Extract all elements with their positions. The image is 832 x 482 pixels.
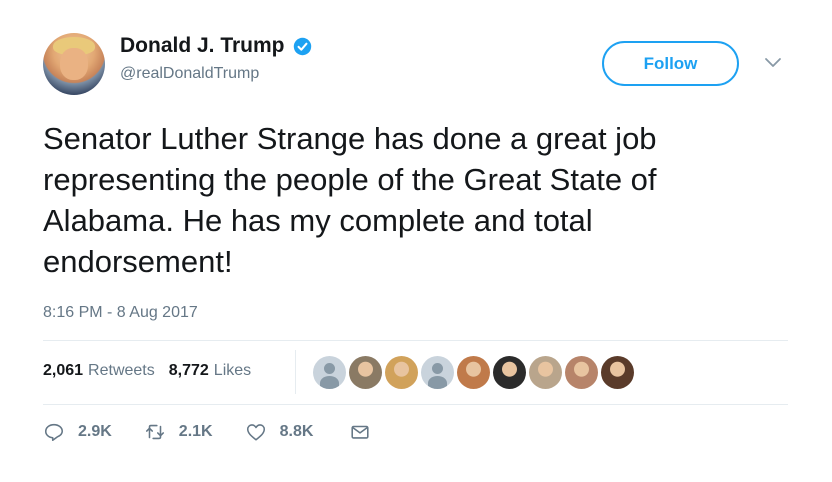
engagement-stats: 2,061 Retweets 8,772 Likes: [43, 362, 251, 380]
chevron-down-icon[interactable]: [764, 57, 782, 69]
liker-avatar[interactable]: [601, 356, 634, 389]
retweets-label[interactable]: Retweets: [88, 362, 155, 380]
direct-message-action[interactable]: [349, 421, 371, 443]
like-count: 8.8K: [279, 423, 314, 440]
liker-avatar[interactable]: [529, 356, 562, 389]
retweets-count[interactable]: 2,061: [43, 362, 83, 380]
envelope-icon: [351, 425, 369, 439]
verified-badge-icon: [293, 37, 311, 55]
reply-action[interactable]: 2.9K: [43, 421, 112, 443]
divider-bottom: [43, 404, 788, 405]
tweet-timestamp[interactable]: 8:16 PM - 8 Aug 2017: [43, 304, 198, 322]
likes-label[interactable]: Likes: [214, 362, 251, 380]
liker-avatar[interactable]: [313, 356, 346, 389]
reply-icon: [44, 423, 64, 442]
follow-button[interactable]: Follow: [602, 41, 739, 86]
tweet-text: Senator Luther Strange has done a great …: [43, 121, 657, 279]
like-action[interactable]: 8.8K: [245, 421, 314, 443]
liker-avatar[interactable]: [457, 356, 490, 389]
tweet-actions: 2.9K 2.1K 8.8K: [43, 421, 371, 443]
liker-avatar[interactable]: [349, 356, 382, 389]
liker-avatars: [313, 356, 634, 389]
reply-count: 2.9K: [78, 423, 112, 440]
retweet-action[interactable]: 2.1K: [144, 421, 213, 443]
stats-divider: [295, 350, 296, 394]
author-name-row[interactable]: Donald J. Trump: [120, 34, 312, 58]
heart-icon: [246, 424, 265, 441]
author-avatar[interactable]: [43, 33, 105, 95]
author-name[interactable]: Donald J. Trump: [120, 34, 285, 58]
avatar-face: [60, 48, 88, 80]
likes-count[interactable]: 8,772: [169, 362, 209, 380]
liker-avatar[interactable]: [421, 356, 454, 389]
liker-avatar[interactable]: [493, 356, 526, 389]
retweet-icon: [145, 424, 164, 440]
liker-avatar[interactable]: [385, 356, 418, 389]
liker-avatar[interactable]: [565, 356, 598, 389]
author-handle[interactable]: @realDonaldTrump: [120, 65, 259, 83]
retweet-count: 2.1K: [178, 423, 213, 440]
divider-top: [43, 340, 788, 341]
